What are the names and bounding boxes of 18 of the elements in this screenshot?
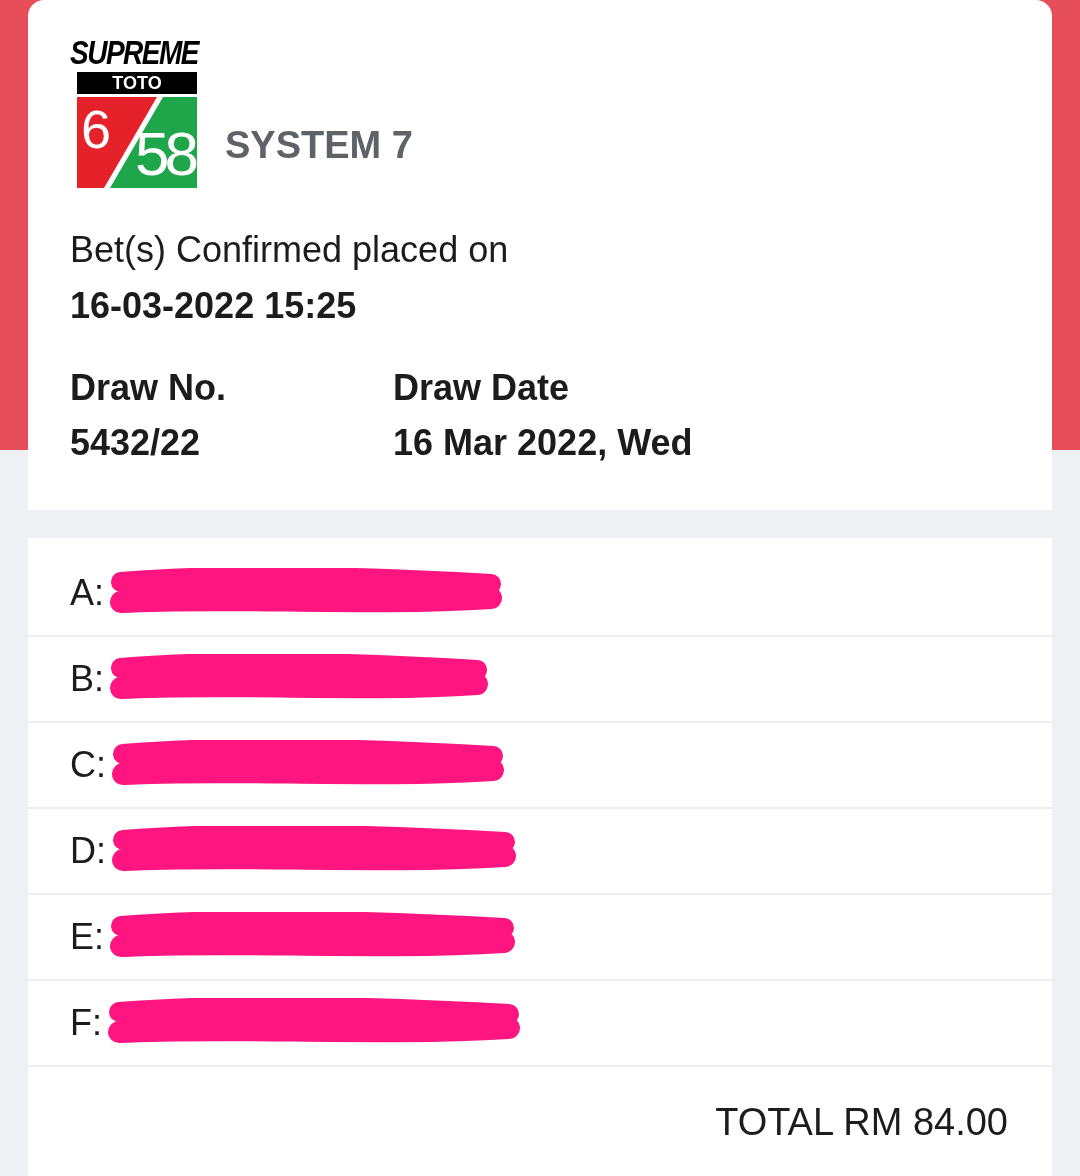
- draw-value: 16 Mar 2022, Wed: [393, 421, 693, 465]
- draw-label: Draw Date: [393, 366, 571, 410]
- logo-digit: 6: [81, 99, 112, 159]
- bet-line-label: D:: [70, 833, 106, 869]
- draw-label: Draw No.: [70, 366, 228, 410]
- bet-type-title: SYSTEM 7: [225, 126, 413, 164]
- confirmation-text: Bet(s) Confirmed placed on: [70, 228, 510, 272]
- bet-line-label: E:: [70, 919, 104, 955]
- draw-value: 5432/22: [70, 421, 202, 465]
- brand-banner: TOTO: [77, 72, 197, 94]
- total-amount: TOTAL RM 84.00: [715, 1103, 1008, 1141]
- brand-wordmark: SUPREME: [70, 38, 201, 74]
- bet-line-label: A:: [70, 575, 104, 611]
- placed-timestamp: 16-03-2022 15:25: [70, 284, 358, 328]
- bet-line-label: B:: [70, 661, 104, 697]
- logo-number: 58: [135, 122, 194, 186]
- bet-line-label: C:: [70, 747, 106, 783]
- bet-line-label: F:: [70, 1005, 102, 1041]
